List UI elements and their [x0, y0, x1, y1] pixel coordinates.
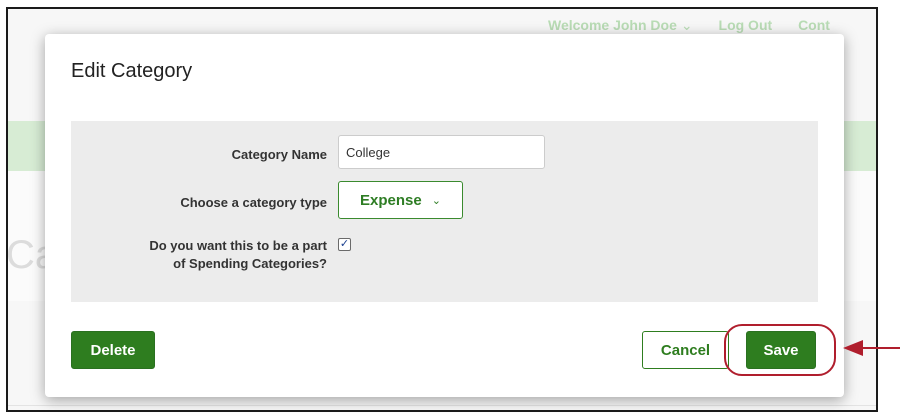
background-divider [8, 405, 878, 406]
welcome-label: Welcome John Doe [548, 17, 677, 33]
category-name-label: Category Name [231, 147, 327, 162]
welcome-menu[interactable]: Welcome John Doe ⌄ [548, 17, 693, 33]
category-type-row: Choose a category type Expense ⌄ [71, 181, 818, 221]
pointer-arrow-icon [843, 340, 863, 356]
category-name-row: Category Name [71, 135, 818, 171]
modal-title: Edit Category [71, 60, 193, 82]
spending-category-label: Do you want this to be a part of Spendin… [149, 237, 327, 273]
category-type-label: Choose a category type [180, 195, 327, 210]
delete-button[interactable]: Delete [71, 331, 155, 369]
category-name-input[interactable] [338, 135, 545, 169]
chevron-down-icon: ⌄ [680, 17, 693, 33]
chevron-down-icon: ⌄ [431, 194, 441, 207]
spending-category-row: Do you want this to be a part of Spendin… [71, 237, 818, 281]
spending-category-checkbox[interactable]: ✓ [338, 238, 351, 251]
screenshot-frame: Welcome John Doe ⌄ Log Out Cont Ca Edit C… [0, 0, 904, 417]
pointer-arrow-shaft [860, 347, 900, 349]
spending-label-line2: of Spending Categories? [173, 256, 327, 271]
modal-form: Category Name Choose a category type Exp… [71, 121, 818, 302]
frame-right-border [876, 7, 878, 412]
logout-link[interactable]: Log Out [719, 17, 773, 33]
save-highlight-ring [724, 324, 836, 376]
spending-label-line1: Do you want this to be a part [149, 238, 327, 253]
contact-link[interactable]: Cont [798, 17, 830, 33]
checkmark-icon: ✓ [339, 238, 350, 250]
cancel-button[interactable]: Cancel [642, 331, 729, 369]
category-type-value: Expense [360, 191, 422, 209]
category-type-select[interactable]: Expense ⌄ [338, 181, 463, 219]
top-nav: Welcome John Doe ⌄ Log Out Cont [548, 17, 852, 34]
